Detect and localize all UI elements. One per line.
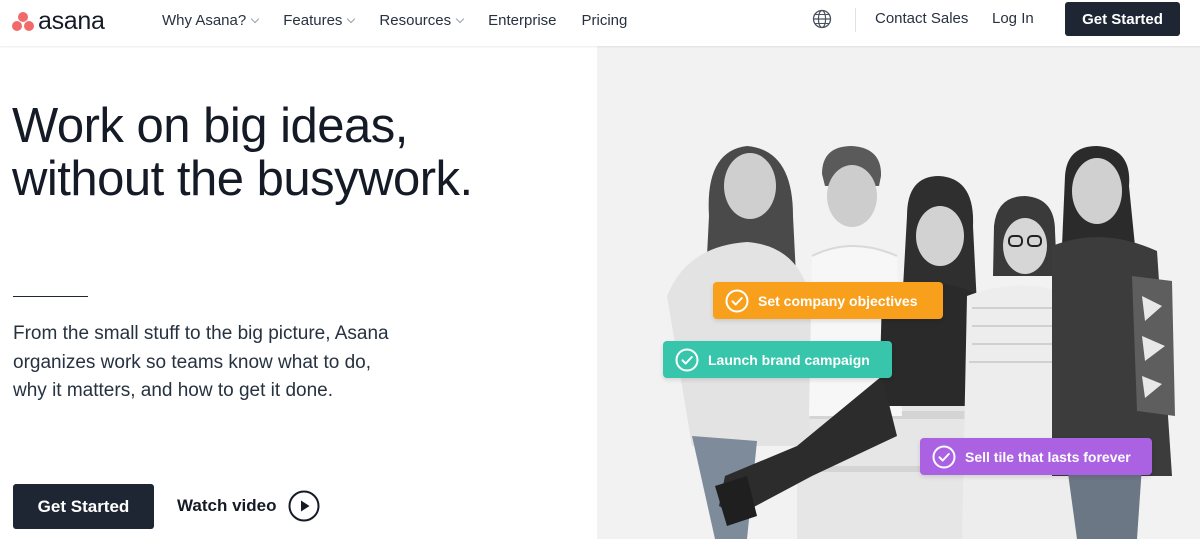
task-card-launch-campaign[interactable]: Launch brand campaign	[663, 341, 892, 378]
nav-resources[interactable]: Resources	[379, 11, 465, 29]
contact-sales-link[interactable]: Contact Sales	[875, 10, 968, 27]
chevron-down-icon	[250, 14, 260, 23]
watch-video-label: Watch video	[177, 496, 277, 515]
globe-icon[interactable]	[812, 9, 832, 29]
nav-resources-label: Resources	[379, 11, 452, 29]
task-label: Sell tile that lasts forever	[965, 448, 1131, 465]
hero-get-started-button[interactable]: Get Started	[13, 484, 154, 529]
nav-why-asana-label: Why Asana?	[162, 11, 247, 29]
header-divider	[855, 8, 856, 32]
nav-why-asana[interactable]: Why Asana?	[162, 11, 260, 29]
logo-wordmark: asana	[38, 7, 105, 35]
hero-headline-line-2: without the busywork.	[12, 152, 473, 206]
check-circle-icon	[675, 348, 699, 371]
task-card-sell-tile[interactable]: Sell tile that lasts forever	[920, 438, 1152, 475]
hero-headline-line-1: Work on big ideas,	[12, 99, 408, 153]
hero-divider	[13, 296, 88, 297]
nav-pricing[interactable]: Pricing	[582, 12, 628, 29]
asana-logo-icon	[11, 10, 35, 32]
chevron-down-icon	[455, 14, 465, 23]
nav-enterprise-label: Enterprise	[488, 11, 557, 29]
asana-logo[interactable]: asana	[11, 7, 105, 35]
hero-headline: Work on big ideas, without the busywork.	[12, 100, 572, 206]
login-link[interactable]: Log In	[992, 10, 1034, 27]
nav-enterprise[interactable]: Enterprise	[488, 12, 556, 29]
task-card-set-objectives[interactable]: Set company objectives	[713, 282, 943, 319]
main-nav: Why Asana? Features Resources Enterprise…	[162, 0, 652, 40]
task-label: Launch brand campaign	[708, 351, 870, 368]
header-get-started-button[interactable]: Get Started	[1065, 2, 1180, 36]
watch-video-button[interactable]: Watch video	[177, 489, 320, 523]
nav-features-label: Features	[283, 11, 343, 29]
check-circle-icon	[932, 445, 956, 468]
chevron-down-icon	[347, 14, 356, 23]
check-circle-icon	[725, 289, 749, 312]
hero-lead-text: From the small stuff to the big picture,…	[13, 323, 389, 401]
nav-features[interactable]: Features	[283, 11, 356, 29]
play-circle-icon	[288, 490, 319, 522]
site-header: asana Why Asana? Features Resources Ente…	[0, 0, 1200, 46]
nav-pricing-label: Pricing	[581, 11, 628, 29]
task-label: Set company objectives	[758, 292, 918, 309]
